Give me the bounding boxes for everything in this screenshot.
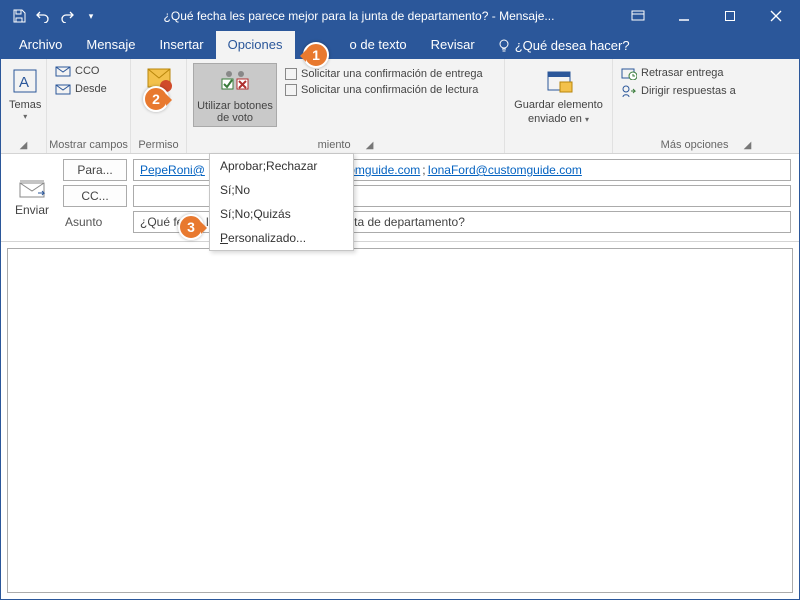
send-label: Enviar <box>15 203 49 217</box>
request-delivery-receipt[interactable]: Solicitar una confirmación de entrega <box>283 67 485 81</box>
voting-custom-label: ersonalizado... <box>228 231 306 245</box>
tab-mensaje[interactable]: Mensaje <box>74 31 147 59</box>
themes-label: Temas <box>9 99 41 111</box>
bcc-label: CCO <box>75 65 99 77</box>
direct-replies-label: Dirigir respuestas a <box>641 85 736 97</box>
callout-1: 1 <box>303 42 329 68</box>
maximize-button[interactable] <box>707 1 753 31</box>
from-button[interactable]: Desde <box>53 81 109 97</box>
tab-insertar[interactable]: Insertar <box>148 31 216 59</box>
tell-me[interactable]: ¿Qué desea hacer? <box>487 32 640 59</box>
tab-archivo[interactable]: Archivo <box>7 31 74 59</box>
save-sent-label2: enviado en <box>528 113 582 125</box>
voting-custom[interactable]: Personalizado... <box>210 226 353 250</box>
ribbon: A Temas ▾ ◢ CCO Desde <box>1 59 799 154</box>
use-voting-buttons[interactable]: Utilizar botones de voto <box>193 63 277 127</box>
themes-icon: A <box>9 65 41 97</box>
dialog-launcher-icon[interactable]: ◢ <box>20 140 28 151</box>
dialog-launcher-icon[interactable]: ◢ <box>744 140 752 151</box>
to-recipient-2[interactable]: IonaFord@customguide.com <box>428 163 582 177</box>
dialog-launcher-icon[interactable]: ◢ <box>366 140 374 151</box>
send-icon <box>18 179 46 201</box>
tab-opciones[interactable]: Opciones <box>216 31 295 59</box>
chevron-down-icon: ▾ <box>23 113 27 122</box>
group-campos-label: Mostrar campos <box>53 138 124 153</box>
lightbulb-icon <box>497 39 511 53</box>
svg-text:A: A <box>19 74 29 91</box>
delay-label: Retrasar entrega <box>641 67 724 79</box>
chevron-down-icon: ▾ <box>585 115 589 124</box>
voting-options-menu: Aprobar;Rechazar Sí;No Sí;No;Quizás Pers… <box>209 153 354 251</box>
send-button[interactable]: Enviar <box>1 154 63 241</box>
voting-yes-no[interactable]: Sí;No <box>210 178 353 202</box>
voting-label: Utilizar botones de voto <box>196 100 274 124</box>
voting-icon <box>219 66 251 98</box>
bcc-icon <box>55 64 71 78</box>
from-label: Desde <box>75 83 107 95</box>
request-read-receipt[interactable]: Solicitar una confirmación de lectura <box>283 83 485 97</box>
close-button[interactable] <box>753 1 799 31</box>
callout-2: 2 <box>143 86 169 112</box>
save-sent-label1: Guardar elemento <box>514 99 603 111</box>
tell-me-label: ¿Qué desea hacer? <box>515 38 630 53</box>
ribbon-display-icon[interactable] <box>615 1 661 31</box>
save-sent-item-button[interactable]: Guardar elemento enviado en ▾ <box>511 63 606 127</box>
delay-delivery-button[interactable]: Retrasar entrega <box>619 65 738 81</box>
bcc-button[interactable]: CCO <box>53 63 109 79</box>
themes-button[interactable]: A Temas ▾ <box>7 63 43 124</box>
to-recipient-1[interactable]: PepeRoni@ <box>140 163 205 177</box>
qat-customize-icon[interactable]: ▾ <box>79 1 103 31</box>
ribbon-tabs: Archivo Mensaje Insertar Opciones 1 o de… <box>1 31 799 59</box>
group-guardar-label <box>511 150 606 153</box>
read-label: Solicitar una confirmación de lectura <box>301 84 478 96</box>
to-button[interactable]: Para... <box>63 159 127 181</box>
compose-header: Enviar Para... PepeRoni@ stomguide.com; … <box>1 154 799 242</box>
subject-label: Asunto <box>63 215 127 229</box>
group-permiso-label: Permiso <box>137 138 180 153</box>
tab-revisar[interactable]: Revisar <box>419 31 487 59</box>
from-icon <box>55 82 71 96</box>
direct-replies-button[interactable]: Dirigir respuestas a <box>619 83 738 99</box>
undo-icon[interactable] <box>31 1 55 31</box>
title-bar: ▾ ¿Qué fecha les parece mejor para la ju… <box>1 1 799 31</box>
delay-icon <box>621 66 637 80</box>
save-sent-icon <box>543 65 575 97</box>
minimize-button[interactable] <box>661 1 707 31</box>
voting-yes-no-maybe[interactable]: Sí;No;Quizás <box>210 202 353 226</box>
checkbox-icon <box>285 84 297 96</box>
message-body[interactable] <box>7 248 793 593</box>
checkbox-icon <box>285 68 297 80</box>
tab-opciones-label: Opciones <box>228 37 283 52</box>
group-seguimiento-label: miento ◢ <box>193 138 498 153</box>
callout-3: 3 <box>178 214 204 240</box>
voting-approve-reject[interactable]: Aprobar;Rechazar <box>210 154 353 178</box>
redo-icon[interactable] <box>55 1 79 31</box>
delivery-label: Solicitar una confirmación de entrega <box>301 68 483 80</box>
group-temas-label: ◢ <box>7 139 40 153</box>
save-icon[interactable] <box>7 1 31 31</box>
group-mas-label: Más opciones ◢ <box>619 138 793 153</box>
cc-button[interactable]: CC... <box>63 185 127 207</box>
direct-replies-icon <box>621 84 637 98</box>
window-title: ¿Qué fecha les parece mejor para la junt… <box>103 9 615 23</box>
